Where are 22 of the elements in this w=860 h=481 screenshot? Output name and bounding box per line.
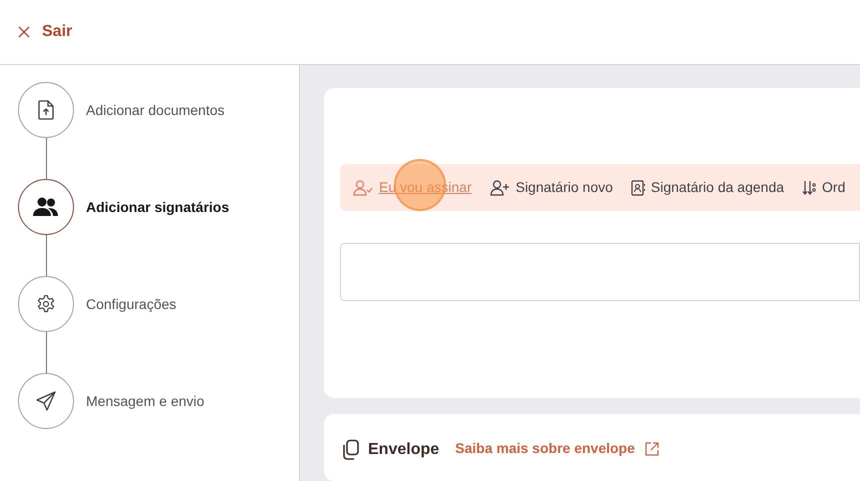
step-label[interactable]: Adicionar signatários (86, 196, 230, 218)
exit-button[interactable]: Sair (18, 20, 72, 44)
close-icon (18, 26, 30, 38)
copy-icon (340, 439, 360, 461)
external-link-icon (644, 442, 659, 456)
learn-more-link[interactable]: Saiba mais sobre envelope (455, 438, 659, 459)
step-label[interactable]: Configurações (86, 294, 176, 314)
users-icon (33, 197, 59, 217)
user-check-icon (353, 180, 373, 196)
paper-plane-icon (36, 391, 56, 411)
signer-option-button[interactable]: Signatário novo (490, 177, 613, 198)
contact-book-icon (630, 180, 645, 196)
gear-icon (36, 294, 56, 314)
signer-option-button[interactable]: Signatário da agenda (630, 177, 784, 198)
step-label[interactable]: Mensagem e envio (86, 390, 204, 412)
user-plus-icon (490, 180, 510, 196)
sort-icon (802, 180, 816, 196)
step-label[interactable]: Adicionar documentos (86, 100, 225, 120)
signer-option-button[interactable]: Ord (802, 177, 846, 198)
file-upload-icon (38, 100, 54, 120)
input-field[interactable] (340, 243, 860, 301)
envelope-title: Envelope (368, 440, 440, 460)
